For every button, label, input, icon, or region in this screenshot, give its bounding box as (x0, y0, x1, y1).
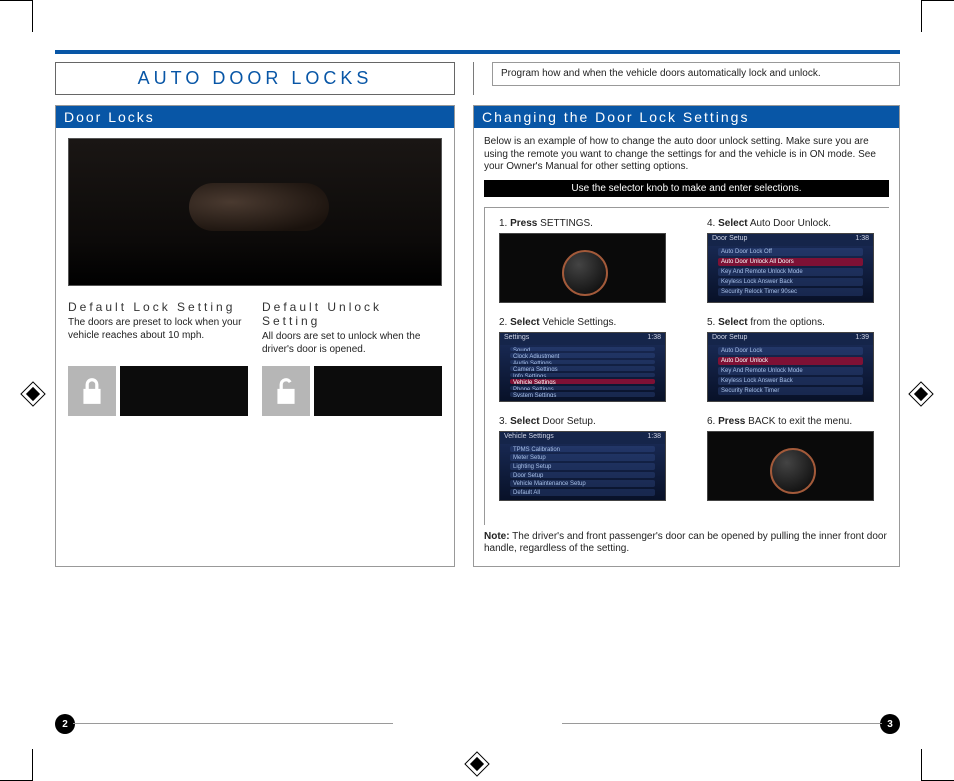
default-unlock-heading: Default Unlock Setting (262, 300, 442, 328)
step-6: 6. Press BACK to exit the menu. (707, 416, 889, 427)
door-locks-panel: Door Locks Default Lock Setting The door… (55, 105, 455, 567)
back-knob-photo (707, 431, 874, 501)
default-lock-heading: Default Lock Setting (68, 300, 248, 314)
unlock-icon (262, 366, 310, 416)
top-rule (55, 50, 900, 54)
page-number-right: 3 (880, 714, 900, 734)
default-lock-text: The doors are preset to lock when your v… (68, 317, 248, 342)
speedometer-photo (120, 366, 248, 416)
section-title: AUTO DOOR LOCKS (55, 62, 455, 95)
section-intro: Program how and when the vehicle doors a… (492, 62, 900, 86)
panel-header: Changing the Door Lock Settings (474, 106, 899, 128)
registration-mark-icon (468, 755, 486, 773)
settings-knob-photo (499, 233, 666, 303)
note-text: Note: The driver's and front passenger's… (484, 531, 889, 556)
registration-mark-icon (24, 385, 42, 403)
manual-spread: AUTO DOOR LOCKS Program how and when the… (55, 50, 900, 740)
door-setup-screen: Vehicle Settings1:38 TPMS CalibrationMet… (499, 431, 666, 501)
selector-instruction: Use the selector knob to make and enter … (484, 180, 889, 197)
page-number-left: 2 (55, 714, 75, 734)
settings-description: Below is an example of how to change the… (484, 136, 889, 174)
unlock-options-screen: Door Setup1:39 Auto Door LockAuto Door U… (707, 332, 874, 402)
door-handle-small-photo (314, 366, 442, 416)
step-1: 1. Press SETTINGS. (499, 218, 681, 229)
step-3: 3. Select Door Setup. (499, 416, 681, 427)
auto-door-unlock-screen: Door Setup1:38 Auto Door Lock OffAuto Do… (707, 233, 874, 303)
lock-icon (68, 366, 116, 416)
default-unlock-text: All doors are set to unlock when the dri… (262, 331, 442, 356)
registration-mark-icon (912, 385, 930, 403)
step-5: 5. Select from the options. (707, 317, 889, 328)
changing-settings-panel: Changing the Door Lock Settings Below is… (473, 105, 900, 567)
vehicle-settings-screen: Settings1:38 SoundClock AdjustmentAudio … (499, 332, 666, 402)
step-4: 4. Select Auto Door Unlock. (707, 218, 889, 229)
door-handle-photo (68, 138, 442, 286)
panel-header: Door Locks (56, 106, 454, 128)
step-2: 2. Select Vehicle Settings. (499, 317, 681, 328)
